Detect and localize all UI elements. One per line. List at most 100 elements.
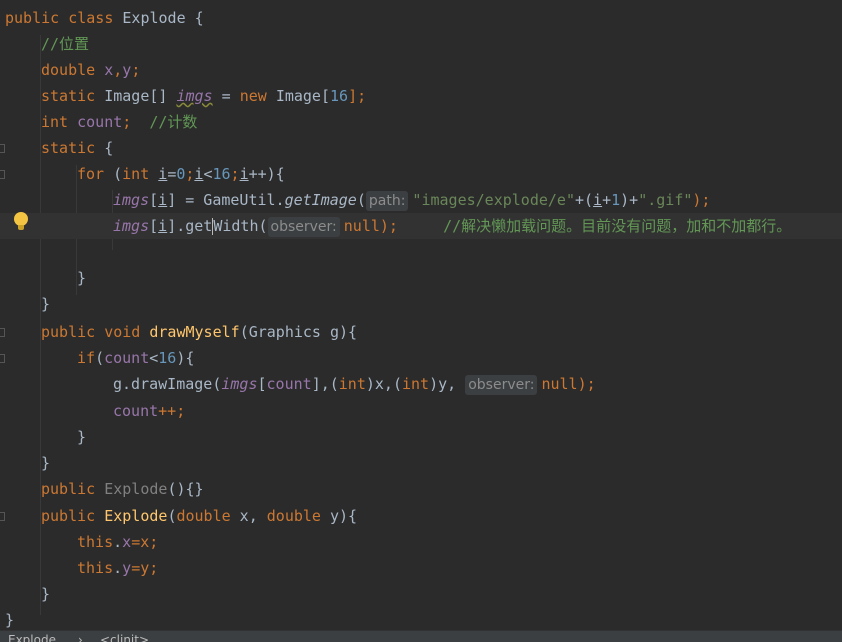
code-line[interactable]: if(count<16){ bbox=[77, 345, 194, 371]
code-text: )x,( bbox=[365, 375, 402, 393]
constructor-declaration: Explode bbox=[104, 507, 168, 525]
keyword: if bbox=[77, 349, 96, 367]
comma: , bbox=[113, 61, 123, 79]
code-line[interactable]: static Image[] imgs = new Image[16]; bbox=[41, 83, 366, 109]
code-line[interactable]: //位置 bbox=[41, 31, 89, 57]
paren: ){ bbox=[176, 349, 195, 367]
keyword: this bbox=[77, 559, 114, 577]
field: y bbox=[122, 61, 132, 79]
terminator: ]; bbox=[348, 87, 367, 105]
variable: i bbox=[158, 191, 168, 209]
field: x bbox=[122, 533, 132, 551]
variable: i bbox=[158, 165, 168, 183]
dot: . bbox=[113, 559, 123, 577]
string: "images/explode/e" bbox=[412, 191, 575, 209]
parameter: y){ bbox=[320, 507, 358, 525]
field: count bbox=[266, 375, 312, 393]
code-text: ],( bbox=[311, 375, 339, 393]
code-line[interactable]: public void drawMyself(Graphics g){ bbox=[41, 319, 357, 345]
operator: + bbox=[602, 191, 612, 209]
code-line[interactable]: int count; //计数 bbox=[41, 109, 197, 135]
terminator: ); bbox=[577, 375, 596, 393]
brace: { bbox=[194, 9, 204, 27]
field: x bbox=[104, 61, 114, 79]
parameters: (Graphics g){ bbox=[239, 323, 358, 341]
bracket: [ bbox=[149, 217, 159, 235]
terminator: ++; bbox=[158, 402, 186, 420]
code-line[interactable]: this.x=x; bbox=[77, 529, 158, 555]
brace: } bbox=[5, 611, 15, 629]
fold-marker[interactable] bbox=[0, 354, 6, 363]
static-field: imgs bbox=[113, 217, 150, 235]
breadcrumb-bar: Explode › <clinit> bbox=[0, 630, 842, 642]
code-line[interactable]: static { bbox=[41, 135, 113, 161]
number: 16 bbox=[158, 349, 177, 367]
keyword: double bbox=[266, 507, 321, 525]
code-line[interactable]: this.y=y; bbox=[77, 555, 158, 581]
number: 1 bbox=[611, 191, 621, 209]
keyword: null bbox=[541, 375, 578, 393]
keyword: double bbox=[41, 61, 96, 79]
bracket: [ bbox=[149, 191, 159, 209]
number: 16 bbox=[330, 87, 349, 105]
keyword: for bbox=[77, 165, 105, 183]
paren: ( bbox=[95, 349, 105, 367]
code-line[interactable]: public Explode(double x, double y){ bbox=[41, 503, 357, 529]
static-field: imgs bbox=[176, 87, 213, 105]
brace: } bbox=[41, 585, 51, 603]
semicolon: ; bbox=[122, 113, 132, 131]
code-line[interactable]: for (int i=0;i<16;i++){ bbox=[77, 161, 285, 187]
keyword: public bbox=[41, 323, 96, 341]
static-field: imgs bbox=[113, 191, 150, 209]
fold-marker[interactable] bbox=[0, 144, 6, 153]
code-line[interactable]: public Explode(){} bbox=[41, 476, 204, 502]
string: ".gif" bbox=[638, 191, 693, 209]
code-line[interactable]: } bbox=[77, 265, 86, 291]
keyword: int bbox=[338, 375, 366, 393]
fold-marker[interactable] bbox=[0, 512, 6, 521]
code-line[interactable]: double x,y; bbox=[41, 57, 140, 83]
brace: } bbox=[41, 295, 51, 313]
code-line[interactable]: count++; bbox=[113, 398, 185, 424]
code-line[interactable]: } bbox=[41, 291, 50, 317]
current-code-line[interactable]: imgs[i].getWidth(observer: null); //解决懒加载… bbox=[0, 213, 842, 239]
code-line[interactable]: imgs[i] = GameUtil.getImage(path: "images… bbox=[113, 187, 710, 213]
keyword: double bbox=[176, 507, 231, 525]
constructor-unused: Explode bbox=[104, 480, 168, 498]
brace: } bbox=[41, 454, 51, 472]
fold-marker[interactable] bbox=[0, 170, 6, 179]
semicolon: ; bbox=[230, 165, 240, 183]
keyword: class bbox=[68, 9, 114, 27]
variable: i bbox=[593, 191, 603, 209]
method-declaration: drawMyself bbox=[149, 323, 240, 341]
bracket: [ bbox=[257, 375, 267, 393]
field: count bbox=[113, 402, 159, 420]
lightbulb-base bbox=[18, 225, 24, 230]
operator: = bbox=[167, 165, 177, 183]
keyword: void bbox=[104, 323, 141, 341]
terminator: ); bbox=[692, 191, 711, 209]
field: count bbox=[77, 113, 123, 131]
keyword: public bbox=[41, 480, 96, 498]
code-line[interactable]: } bbox=[77, 424, 86, 450]
lightbulb-icon[interactable] bbox=[14, 212, 28, 232]
terminator: ); bbox=[379, 217, 398, 235]
keyword: int bbox=[41, 113, 69, 131]
code-line[interactable]: public class Explode { bbox=[5, 5, 204, 31]
method-call: getImage bbox=[284, 191, 357, 209]
code-line[interactable]: } bbox=[41, 450, 50, 476]
code-line[interactable]: g.drawImage(imgs[count],(int)x,(int)y, o… bbox=[113, 371, 596, 397]
code-text: (){} bbox=[167, 480, 204, 498]
code-text: ] = GameUtil. bbox=[167, 191, 285, 209]
comment: //位置 bbox=[41, 35, 90, 53]
fold-marker[interactable] bbox=[0, 328, 6, 337]
type: Image[ bbox=[275, 87, 330, 105]
comment: //解决懒加载问题。目前没有问题，加和不加都行。 bbox=[443, 217, 792, 235]
operator: +( bbox=[574, 191, 594, 209]
comment: //计数 bbox=[149, 113, 198, 131]
operator: = bbox=[221, 87, 231, 105]
code-editor[interactable]: public class Explode { //位置 double x,y; … bbox=[0, 0, 842, 630]
code-line[interactable]: } bbox=[41, 581, 50, 607]
paren: ( bbox=[356, 191, 366, 209]
method-call: Width( bbox=[213, 217, 268, 235]
